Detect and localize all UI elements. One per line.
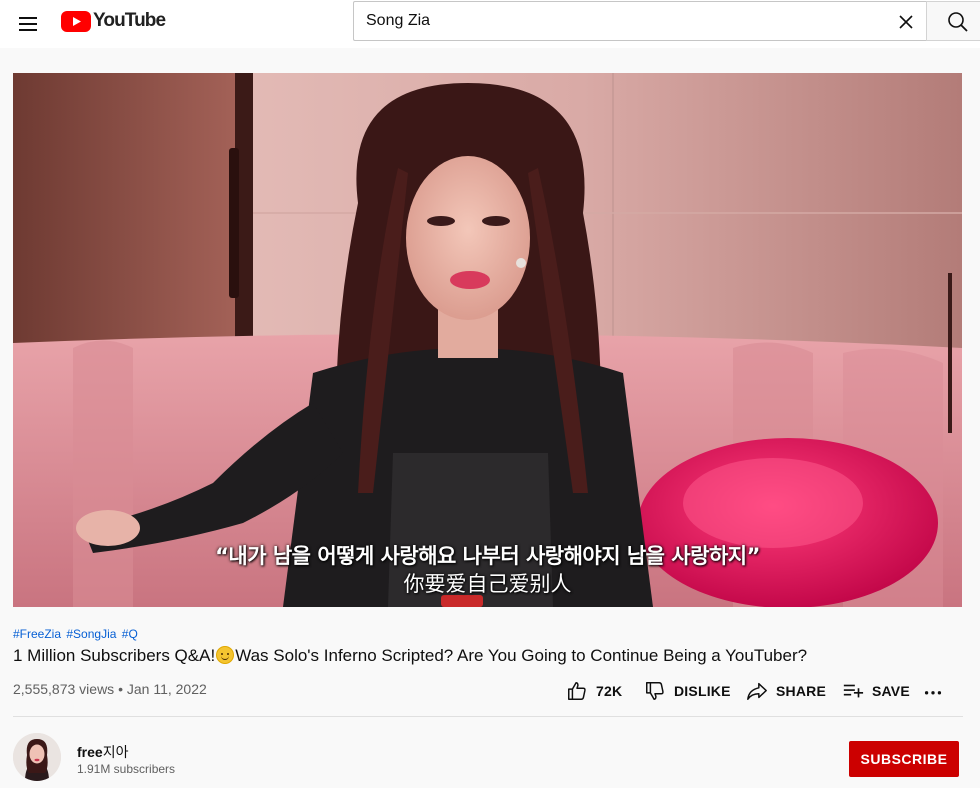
subscriber-count: 1.91M subscribers [77,762,176,776]
video-frame [13,73,962,607]
video-title-part2: Was Solo's Inferno Scripted? Are You Goi… [235,646,808,665]
search-input[interactable] [354,2,884,40]
search-button[interactable] [926,1,980,41]
youtube-logo[interactable]: YouTube [61,10,166,32]
divider [13,716,963,717]
search-icon [948,12,968,32]
share-label: SHARE [776,683,827,699]
video-player[interactable]: “내가 남을 어떻게 사랑해요 나부터 사랑해야지 남을 사랑하지” 你要爱自己… [13,73,962,607]
smiling-face-emoji-icon [216,646,235,664]
view-count: 2,555,873 views [13,681,115,697]
hashtag-link[interactable]: #FreeZia [13,627,61,641]
video-title: 1 Million Subscribers Q&A! Was Solo's Inf… [13,645,963,667]
save-playlist-icon [843,684,864,698]
search-box [353,1,926,41]
like-button[interactable]: 72K [566,680,644,702]
upload-date: Jan 11, 2022 [126,681,207,697]
menu-icon-bar [19,17,37,19]
channel-name-korean: 지아 [102,745,129,761]
video-title-part1: 1 Million Subscribers Q&A! [13,646,216,665]
menu-icon-bar [19,23,37,25]
thumbs-down-icon [646,682,664,700]
menu-button[interactable] [8,4,48,44]
thumbs-up-icon [568,682,586,700]
video-meta: 2,555,873 views • Jan 11, 2022 [13,681,207,697]
share-button[interactable]: SHARE [746,680,842,702]
action-bar: 72K DISLIKE SHARE SAVE [566,677,952,705]
more-actions-button[interactable] [922,680,952,702]
menu-icon-bar [19,29,37,31]
channel-name[interactable]: free지아 [77,742,128,762]
more-icon [924,691,942,695]
like-count: 72K [596,683,623,699]
hashtag-link[interactable]: #Q [122,627,138,641]
dislike-button[interactable]: DISLIKE [644,680,746,702]
dislike-label: DISLIKE [674,683,731,699]
subscribe-button[interactable]: SUBSCRIBE [849,741,959,777]
save-button[interactable]: SAVE [842,680,922,702]
save-label: SAVE [872,683,910,699]
logo-text: YouTube [93,10,166,31]
avatar-image [13,733,61,781]
channel-name-prefix: free [77,744,103,760]
youtube-logo-icon [61,10,91,32]
share-icon [747,682,767,700]
clear-icon[interactable] [895,11,917,33]
hashtag-link[interactable]: #SongJia [66,627,116,641]
channel-avatar[interactable] [13,733,61,781]
hashtags: #FreeZia #SongJia #Q [13,627,140,641]
meta-separator: • [118,681,123,697]
masthead: YouTube [0,0,980,48]
